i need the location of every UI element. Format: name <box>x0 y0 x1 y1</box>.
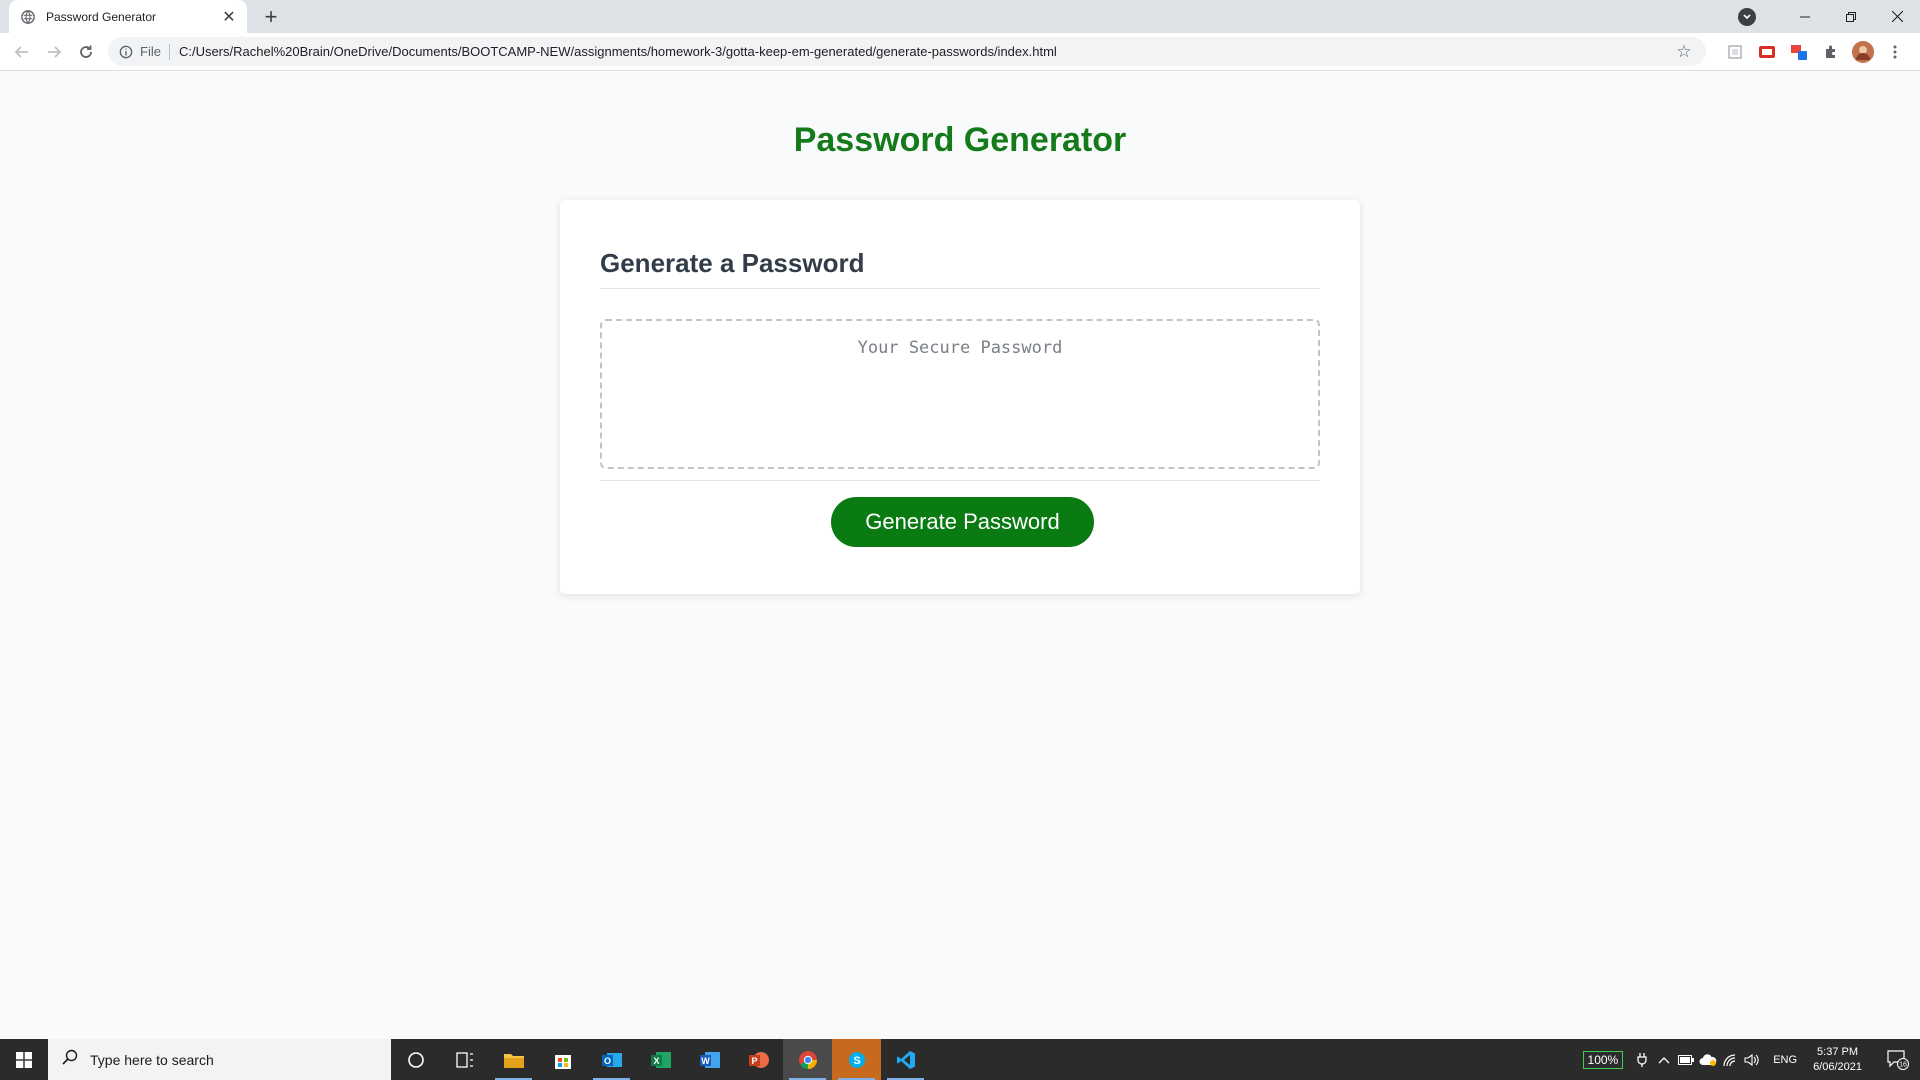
extension-square-icon[interactable] <box>1724 41 1746 63</box>
close-window-icon[interactable] <box>1874 2 1920 32</box>
tab-strip: Password Generator ✕ + <box>0 0 1920 33</box>
action-center-icon[interactable]: 16 <box>1876 1039 1920 1080</box>
battery-percentage[interactable]: 100% <box>1582 1050 1624 1069</box>
card-heading: Generate a Password <box>600 248 865 278</box>
url-scheme: File <box>140 44 161 59</box>
svg-text:P: P <box>751 1056 757 1066</box>
bookmark-star-icon[interactable]: ☆ <box>1674 42 1694 62</box>
extensions-area <box>1724 37 1906 67</box>
clock-time: 5:37 PM <box>1817 1045 1859 1058</box>
card-footer-divider <box>600 480 1320 481</box>
forward-arrow-icon[interactable] <box>38 36 70 68</box>
password-output[interactable] <box>600 319 1320 469</box>
battery-icon[interactable] <box>1675 1049 1697 1071</box>
info-icon[interactable] <box>118 44 134 60</box>
tab-title: Password Generator <box>46 9 157 24</box>
outlook-icon[interactable]: O <box>587 1039 636 1080</box>
menu-dots-icon[interactable] <box>1884 41 1906 63</box>
show-hidden-icons-chevron-icon[interactable] <box>1653 1049 1675 1071</box>
system-tray: 100% ENG 5:37 PM 6/06/2021 16 <box>1582 1039 1920 1080</box>
wifi-icon[interactable] <box>1719 1049 1741 1071</box>
notification-count: 16 <box>1899 1061 1907 1068</box>
close-tab-icon[interactable]: ✕ <box>221 9 237 26</box>
excel-icon[interactable]: X <box>636 1039 685 1080</box>
reload-icon[interactable] <box>70 36 102 68</box>
svg-text:S: S <box>853 1055 860 1067</box>
password-card: Generate a Password Generate Password <box>560 200 1360 594</box>
browser-tab[interactable]: Password Generator ✕ <box>9 0 247 33</box>
page-title: Password Generator <box>793 121 1127 159</box>
card-header: Generate a Password <box>600 248 1320 289</box>
search-icon <box>62 1049 78 1070</box>
new-tab-button[interactable]: + <box>258 4 284 30</box>
globe-icon <box>20 9 36 25</box>
vscode-icon[interactable] <box>881 1039 930 1080</box>
page-content: Password Generator Generate a Password G… <box>0 71 1920 1039</box>
volume-icon[interactable] <box>1741 1049 1763 1071</box>
svg-text:W: W <box>701 1056 710 1066</box>
clock[interactable]: 5:37 PM 6/06/2021 <box>1813 1045 1862 1075</box>
extensions-puzzle-icon[interactable] <box>1820 41 1842 63</box>
window-controls <box>1738 0 1920 33</box>
profile-avatar-icon[interactable] <box>1852 41 1874 63</box>
language-indicator[interactable]: ENG <box>1773 1054 1797 1066</box>
tab-search-icon[interactable] <box>1738 7 1756 26</box>
word-icon[interactable]: W <box>685 1039 734 1080</box>
power-plug-icon[interactable] <box>1631 1049 1653 1071</box>
extension-badge-icon[interactable] <box>1788 41 1810 63</box>
skype-icon[interactable]: S <box>832 1039 881 1080</box>
address-bar[interactable]: File C:/Users/Rachel%20Brain/OneDrive/Do… <box>108 37 1706 66</box>
browser-toolbar: File C:/Users/Rachel%20Brain/OneDrive/Do… <box>0 33 1920 71</box>
search-placeholder: Type here to search <box>90 1051 214 1068</box>
clock-date: 6/06/2021 <box>1813 1060 1862 1073</box>
powerpoint-icon[interactable]: P <box>734 1039 783 1080</box>
windows-start-icon[interactable] <box>0 1039 48 1080</box>
store-icon[interactable] <box>538 1039 587 1080</box>
url-separator <box>168 43 170 60</box>
url-text[interactable]: C:/Users/Rachel%20Brain/OneDrive/Documen… <box>179 44 1674 59</box>
file-explorer-icon[interactable] <box>489 1039 538 1080</box>
svg-text:O: O <box>603 1056 610 1066</box>
cortana-icon[interactable] <box>391 1039 440 1080</box>
taskbar: Type here to search O X W P S 100% ENG 5… <box>0 1039 1920 1080</box>
extension-pdf-icon[interactable] <box>1756 41 1778 63</box>
chrome-icon[interactable] <box>783 1039 832 1080</box>
generate-password-button[interactable]: Generate Password <box>831 497 1094 547</box>
onedrive-icon[interactable] <box>1697 1049 1719 1071</box>
svg-text:X: X <box>653 1056 659 1066</box>
task-view-icon[interactable] <box>440 1039 489 1080</box>
minimize-icon[interactable] <box>1782 2 1828 32</box>
back-arrow-icon[interactable] <box>6 36 38 68</box>
restore-icon[interactable] <box>1828 2 1874 32</box>
taskbar-search[interactable]: Type here to search <box>48 1039 391 1080</box>
